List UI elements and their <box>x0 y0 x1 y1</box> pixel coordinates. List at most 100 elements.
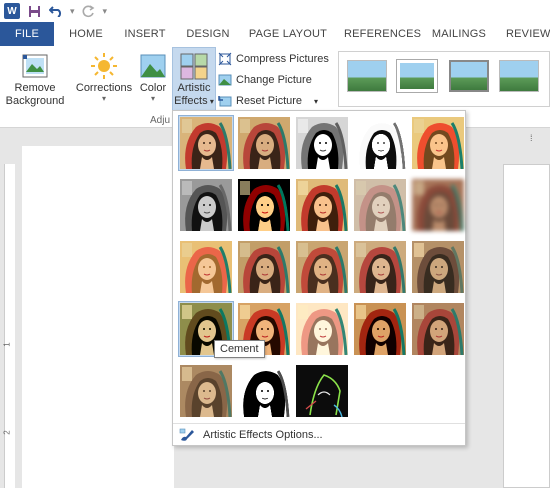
effect-tooltip: Cement <box>214 340 265 358</box>
corrections-button[interactable]: Corrections ▾ <box>74 52 134 103</box>
color-label: Color <box>139 82 167 94</box>
picture-style-4[interactable] <box>499 60 539 92</box>
artistic-effects-label-2: Effects <box>174 95 208 107</box>
ribbon-tabs: FILE HOME INSERT DESIGN PAGE LAYOUT REFE… <box>0 22 550 46</box>
artistic-effects-menu: Artistic Effects Options... <box>172 110 466 446</box>
corrections-label: Corrections <box>75 82 133 94</box>
tab-page-layout[interactable]: PAGE LAYOUT <box>248 22 328 46</box>
effect-preview-image <box>238 365 290 417</box>
customize-icon[interactable]: ▾ <box>103 6 108 17</box>
chevron-down-icon: ▾ <box>101 94 106 103</box>
document-page-right[interactable] <box>503 164 550 488</box>
effect-preview-image <box>412 117 464 169</box>
vertical-ruler: 1 2 <box>0 128 18 488</box>
chevron-down-icon: ▾ <box>150 94 155 103</box>
ruler-tick-2: 2 <box>2 430 12 435</box>
effect-preview-image <box>412 241 464 293</box>
effect-thumbnail-mosaic-bubbles[interactable] <box>294 239 350 295</box>
reset-picture-label: Reset Picture <box>236 95 303 107</box>
artistic-effects-button[interactable]: Artistic Effects ▾ <box>172 47 216 113</box>
effect-thumbnail-pencil-sketch[interactable] <box>294 115 350 171</box>
group-label-adjust: Adju <box>150 115 171 126</box>
reset-picture-button[interactable]: Reset Picture ▾ <box>218 91 318 111</box>
effect-preview-image <box>412 303 464 355</box>
undo-dropdown-icon[interactable]: ▾ <box>70 6 75 17</box>
effect-thumbnail-light-screen[interactable] <box>410 177 466 233</box>
artistic-effects-options-label: Artistic Effects Options... <box>203 428 323 441</box>
effect-preview-image <box>296 303 348 355</box>
effect-thumbnail-film-grain[interactable] <box>236 239 292 295</box>
tab-file[interactable]: FILE <box>0 22 54 46</box>
document-page[interactable] <box>22 146 174 488</box>
effect-thumbnail-blur[interactable] <box>352 177 408 233</box>
effect-thumbnail-line-drawing[interactable] <box>352 115 408 171</box>
effect-preview-image <box>238 241 290 293</box>
compress-icon <box>218 52 232 66</box>
horizontal-ruler-marker: ⁞ <box>530 133 533 143</box>
effect-preview-image <box>238 179 290 231</box>
reset-picture-icon <box>218 96 232 107</box>
tab-home[interactable]: HOME <box>62 22 110 46</box>
effect-preview-image <box>296 117 348 169</box>
tab-references[interactable]: REFERENCES <box>344 22 421 46</box>
effect-preview-image <box>354 241 406 293</box>
effect-preview-image <box>180 365 232 417</box>
word-logo-icon: W <box>4 3 20 19</box>
effect-preview-image <box>180 179 232 231</box>
effect-thumbnail-marker[interactable] <box>294 363 350 419</box>
effect-thumbnail-pastels-smooth[interactable] <box>294 301 350 357</box>
tab-design[interactable]: DESIGN <box>182 22 234 46</box>
effect-preview-image <box>354 179 406 231</box>
tab-mailings[interactable]: MAILINGS <box>428 22 490 46</box>
change-picture-icon <box>218 74 232 86</box>
effect-preview-image <box>296 365 348 417</box>
picture-styles-gallery[interactable] <box>338 51 550 107</box>
save-icon[interactable] <box>26 3 42 19</box>
effect-thumbnail-cutout[interactable] <box>410 301 466 357</box>
compress-pictures-button[interactable]: Compress Pictures <box>218 49 329 69</box>
effect-thumbnail-none[interactable] <box>178 115 234 171</box>
effect-thumbnail-pencil-grayscale[interactable] <box>236 115 292 171</box>
paint-brush-icon <box>179 428 194 441</box>
artistic-effects-options-button[interactable]: Artistic Effects Options... <box>173 423 465 445</box>
change-picture-label: Change Picture <box>236 74 312 86</box>
remove-background-label-1: Remove <box>14 82 56 94</box>
effect-thumbnail-chalk-sketch[interactable] <box>410 115 466 171</box>
chevron-down-icon[interactable]: ▾ <box>314 97 318 106</box>
effect-thumbnail-cement[interactable] <box>410 239 466 295</box>
color-button[interactable]: Color ▾ <box>136 52 170 103</box>
sun-icon <box>91 53 117 79</box>
effect-preview-image <box>354 303 406 355</box>
color-icon <box>140 54 166 78</box>
effect-thumbnail-glow-edges[interactable] <box>236 363 292 419</box>
effect-preview-image <box>238 117 290 169</box>
picture-style-1[interactable] <box>347 60 387 92</box>
effect-thumbnail-glow-diffused[interactable] <box>294 177 350 233</box>
effect-thumbnail-paint-brush[interactable] <box>236 177 292 233</box>
chevron-down-icon: ▾ <box>207 97 214 106</box>
artistic-effects-label-1: Artistic <box>177 82 211 94</box>
vertical-ruler-strip <box>4 164 15 488</box>
undo-icon[interactable] <box>48 3 64 19</box>
effect-thumbnail-watercolor-sponge[interactable] <box>178 239 234 295</box>
effect-thumbnail-plastic-wrap[interactable] <box>352 301 408 357</box>
effect-preview-image <box>180 241 232 293</box>
picture-style-2[interactable] <box>396 59 438 93</box>
redo-icon[interactable] <box>81 3 97 19</box>
effect-preview-image <box>180 117 232 169</box>
effect-preview-image <box>354 117 406 169</box>
remove-background-icon <box>22 54 48 78</box>
remove-background-button[interactable]: Remove Background <box>2 52 68 108</box>
effect-preview-image <box>296 241 348 293</box>
ruler-tick-1: 1 <box>2 342 12 347</box>
remove-background-label-2: Background <box>5 95 65 107</box>
effect-preview-image <box>296 179 348 231</box>
effect-thumbnail-paint-strokes[interactable] <box>178 177 234 233</box>
artistic-effects-icon <box>180 53 208 80</box>
effect-thumbnail-glass[interactable] <box>352 239 408 295</box>
tab-review[interactable]: REVIEW <box>506 22 550 46</box>
change-picture-button[interactable]: Change Picture <box>218 70 312 90</box>
tab-insert[interactable]: INSERT <box>118 22 172 46</box>
picture-style-3[interactable] <box>449 60 489 92</box>
effect-thumbnail-photocopy[interactable] <box>178 363 234 419</box>
